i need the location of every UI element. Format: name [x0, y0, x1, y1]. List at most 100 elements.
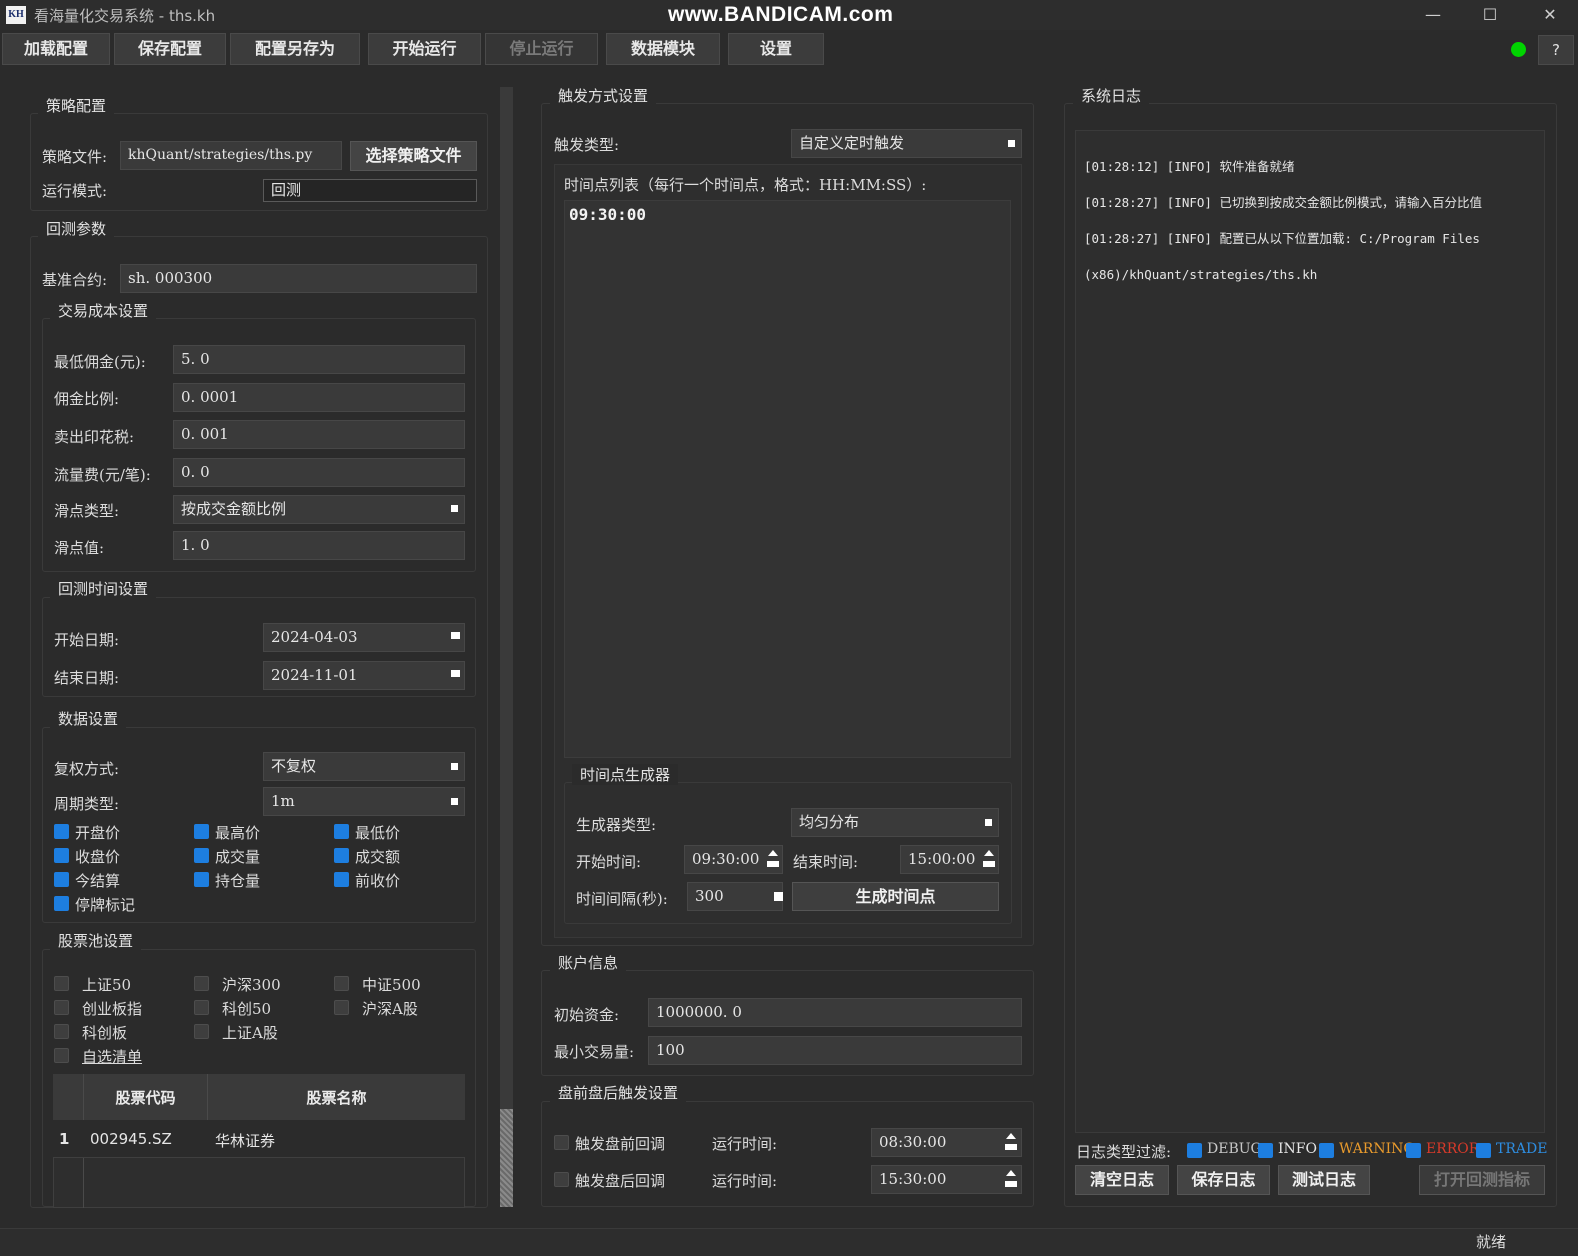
- flow-fee-input[interactable]: 0. 0: [173, 458, 465, 487]
- generate-times-button[interactable]: 生成时间点: [792, 882, 999, 911]
- spin-up-icon[interactable]: [765, 846, 781, 873]
- filter-debug-label: DEBUG: [1207, 1141, 1262, 1157]
- adjust-select[interactable]: 不复权: [263, 752, 465, 781]
- field-amount-checkbox[interactable]: [334, 848, 349, 863]
- period-select[interactable]: 1m: [263, 787, 465, 816]
- log-line: [01:28:27] [INFO] 已切换到按成交金额比例模式，请输入百分比值: [1084, 195, 1482, 210]
- time-list-label: 时间点列表（每行一个时间点，格式：HH:MM:SS）:: [564, 176, 927, 194]
- test-log-button[interactable]: 测试日志: [1278, 1165, 1370, 1195]
- status-bar: [0, 1228, 1578, 1256]
- minimize-icon[interactable]: —: [1413, 2, 1453, 28]
- left-panel-scrollbar[interactable]: [500, 87, 513, 1207]
- pool-hsa-checkbox[interactable]: [334, 1000, 349, 1015]
- clear-log-button[interactable]: 清空日志: [1075, 1165, 1169, 1195]
- filter-error-checkbox[interactable]: [1406, 1143, 1421, 1158]
- data-module-button[interactable]: 数据模块: [606, 33, 720, 65]
- min-qty-input[interactable]: 100: [648, 1036, 1022, 1065]
- filter-warning-checkbox[interactable]: [1319, 1143, 1334, 1158]
- settings-button[interactable]: 设置: [728, 33, 824, 65]
- field-settle-checkbox[interactable]: [54, 872, 69, 887]
- window-title: 看海量化交易系统 - ths.kh: [34, 7, 216, 25]
- backtest-params-title: 回测参数: [38, 218, 115, 239]
- save-log-button[interactable]: 保存日志: [1177, 1165, 1270, 1195]
- field-open-checkbox[interactable]: [54, 824, 69, 839]
- gen-interval-input[interactable]: 300: [687, 882, 783, 911]
- field-suspend-checkbox[interactable]: [54, 896, 69, 911]
- pool-sza-checkbox[interactable]: [194, 1024, 209, 1039]
- pool-zz500-checkbox[interactable]: [334, 976, 349, 991]
- strategy-file-input[interactable]: khQuant/strategies/ths.py: [120, 141, 342, 170]
- filter-debug-checkbox[interactable]: [1187, 1143, 1202, 1158]
- slippage-type-select[interactable]: 按成交金额比例: [173, 495, 465, 524]
- post-time-input[interactable]: 15:30:00: [871, 1165, 1022, 1194]
- field-close-label: 收盘价: [75, 848, 121, 866]
- system-log-title: 系统日志: [1073, 85, 1150, 106]
- pool-kc50-checkbox[interactable]: [194, 1000, 209, 1015]
- min-commission-input[interactable]: 5. 0: [173, 345, 465, 374]
- field-suspend-label: 停牌标记: [75, 896, 136, 914]
- start-date-input[interactable]: 2024-04-03: [263, 623, 465, 652]
- pool-cyb-checkbox[interactable]: [54, 1000, 69, 1015]
- field-high-checkbox[interactable]: [194, 824, 209, 839]
- pool-hs300-checkbox[interactable]: [194, 976, 209, 991]
- slippage-value-input[interactable]: 1. 0: [173, 531, 465, 560]
- start-date-label: 开始日期:: [54, 631, 120, 649]
- commission-rate-input[interactable]: 0. 0001: [173, 383, 465, 412]
- stamp-tax-input[interactable]: 0. 001: [173, 420, 465, 449]
- filter-trade-label: TRADE: [1496, 1141, 1548, 1157]
- run-mode-select[interactable]: 回测: [263, 179, 477, 202]
- pool-kcb-checkbox[interactable]: [54, 1024, 69, 1039]
- field-low-label: 最低价: [355, 824, 401, 842]
- time-list-textarea[interactable]: [564, 200, 1011, 758]
- maximize-icon[interactable]: ☐: [1470, 2, 1510, 28]
- pool-sz50-checkbox[interactable]: [54, 976, 69, 991]
- trigger-type-select[interactable]: 自定义定时触发: [791, 129, 1022, 158]
- pool-custom-link[interactable]: 自选清单: [82, 1046, 142, 1067]
- field-volume-checkbox[interactable]: [194, 848, 209, 863]
- spin-up-icon[interactable]: [981, 846, 997, 873]
- pool-cyb-label: 创业板指: [82, 1000, 143, 1018]
- benchmark-input[interactable]: sh. 000300: [120, 264, 477, 293]
- row-index: 1: [59, 1130, 70, 1148]
- time-list-content: 09:30:00: [569, 205, 647, 224]
- filter-trade-checkbox[interactable]: [1476, 1143, 1491, 1158]
- pre-time-input[interactable]: 08:30:00: [871, 1128, 1022, 1157]
- choose-strategy-button[interactable]: 选择策略文件: [350, 141, 477, 171]
- field-close-checkbox[interactable]: [54, 848, 69, 863]
- strategy-file-label: 策略文件:: [42, 148, 108, 166]
- spinbox-icon[interactable]: [774, 892, 783, 901]
- pre-market-checkbox[interactable]: [554, 1135, 569, 1150]
- close-icon[interactable]: ✕: [1530, 2, 1570, 28]
- load-config-button[interactable]: 加载配置: [2, 33, 110, 65]
- commission-rate-label: 佣金比例:: [54, 390, 120, 408]
- prepost-trigger-title: 盘前盘后触发设置: [550, 1082, 687, 1103]
- log-line: [01:28:27] [INFO] 配置已从以下位置加载: C:/Program…: [1084, 231, 1480, 246]
- post-time-label: 运行时间:: [712, 1172, 778, 1190]
- initial-capital-input[interactable]: 1000000. 0: [648, 998, 1022, 1027]
- dropdown-arrow-icon: [451, 798, 458, 805]
- pool-zz500-label: 中证500: [362, 976, 421, 994]
- stop-run-button[interactable]: 停止运行: [485, 33, 598, 65]
- start-run-button[interactable]: 开始运行: [368, 33, 481, 65]
- trigger-type-label: 触发类型:: [554, 136, 620, 154]
- pool-custom-checkbox[interactable]: [54, 1048, 69, 1063]
- dropdown-arrow-icon: [985, 819, 992, 826]
- filter-info-checkbox[interactable]: [1258, 1143, 1273, 1158]
- spin-up-icon[interactable]: [1003, 1129, 1019, 1156]
- field-openinterest-checkbox[interactable]: [194, 872, 209, 887]
- save-config-button[interactable]: 保存配置: [114, 33, 226, 65]
- col-code-header[interactable]: 股票代码: [84, 1087, 207, 1108]
- spin-up-icon[interactable]: [1003, 1166, 1019, 1193]
- scrollbar-thumb[interactable]: [500, 1109, 513, 1207]
- end-date-input[interactable]: 2024-11-01: [263, 661, 465, 690]
- field-preclose-checkbox[interactable]: [334, 872, 349, 887]
- post-market-checkbox[interactable]: [554, 1172, 569, 1187]
- save-as-button[interactable]: 配置另存为: [230, 33, 360, 65]
- col-name-header[interactable]: 股票名称: [208, 1087, 465, 1108]
- field-high-label: 最高价: [215, 824, 261, 842]
- field-low-checkbox[interactable]: [334, 824, 349, 839]
- pool-hs300-label: 沪深300: [222, 976, 281, 994]
- generator-type-select[interactable]: 均匀分布: [791, 808, 999, 837]
- open-backtest-report-button[interactable]: 打开回测指标: [1419, 1165, 1545, 1195]
- help-button[interactable]: ?: [1538, 35, 1574, 65]
